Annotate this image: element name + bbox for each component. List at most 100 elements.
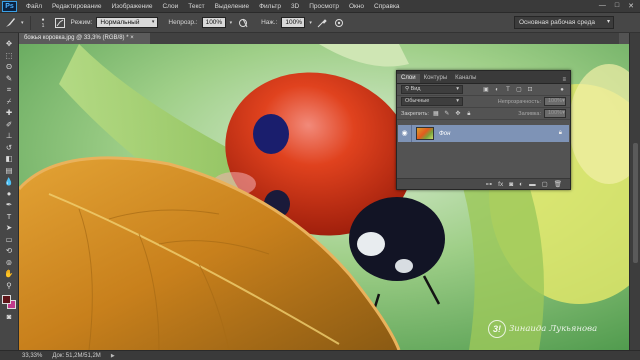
path-select-tool-icon[interactable]: ➤ [3, 223, 16, 233]
maximize-icon[interactable]: □ [615, 2, 619, 10]
quick-mask-icon[interactable]: ◙ [3, 312, 16, 322]
dodge-tool-icon[interactable]: ● [3, 189, 16, 199]
pen-tool-icon[interactable]: ✒ [3, 200, 16, 210]
brush-tool-icon[interactable]: ✐ [3, 120, 16, 130]
menu-filter[interactable]: Фильтр [254, 3, 286, 10]
layer-filter-select[interactable]: ⚲ Вид ▾ [401, 85, 463, 94]
link-layers-icon[interactable]: ⊶ [486, 180, 493, 188]
filter-shape-icon[interactable]: ▢ [515, 86, 523, 94]
layer-name: Фон [439, 130, 451, 137]
blend-mode-select[interactable]: Обычные ▾ [401, 97, 463, 106]
color-swatches[interactable] [1, 294, 17, 310]
lock-all-icon[interactable]: 🔒︎ [465, 110, 473, 118]
eraser-tool-icon[interactable]: ◧ [3, 154, 16, 164]
layer-fill-field[interactable]: 100% ▾ [544, 109, 566, 118]
status-menu-arrow-icon[interactable]: ▶ [111, 353, 115, 359]
pressure-opacity-icon[interactable] [236, 16, 249, 29]
new-group-icon[interactable]: ▬ [529, 181, 536, 188]
minimize-icon[interactable]: — [599, 2, 606, 10]
quick-select-tool-icon[interactable]: ✎ [3, 74, 16, 84]
history-brush-tool-icon[interactable]: ↺ [3, 143, 16, 153]
eye-icon[interactable]: ◉ [398, 125, 412, 142]
menu-file[interactable]: Файл [21, 3, 47, 10]
scrollbar-thumb[interactable] [633, 143, 638, 263]
type-tool-icon[interactable]: T [3, 212, 16, 222]
menu-help[interactable]: Справка [369, 3, 405, 10]
mode-label: Режим: [70, 19, 93, 26]
opacity-label: Непрозр.: [168, 19, 198, 26]
flow-field[interactable]: 100% [281, 17, 306, 28]
new-layer-icon[interactable]: ▢ [542, 180, 548, 188]
clone-stamp-tool-icon[interactable]: ⊥ [3, 131, 16, 141]
lasso-tool-icon[interactable]: ʘ [3, 62, 16, 72]
filter-adjustment-icon[interactable]: ◐ [493, 86, 501, 94]
menu-select[interactable]: Выделение [210, 3, 254, 10]
layers-panel-tabs: Слои Контуры Каналы ≡ [397, 74, 570, 84]
3d-tool-icon[interactable]: ⟲ [3, 246, 16, 256]
zoom-level[interactable]: 33,33% [22, 353, 42, 359]
marquee-tool-icon[interactable]: ⬚ [3, 51, 16, 61]
menu-3d[interactable]: 3D [286, 3, 304, 10]
crop-tool-icon[interactable]: ⌗ [3, 85, 16, 95]
lock-position-icon[interactable]: ✥ [454, 110, 462, 118]
canvas-scrollbar[interactable] [629, 33, 640, 350]
lock-pixels-icon[interactable]: ✎ [443, 110, 451, 118]
opacity-field[interactable]: 100% [201, 17, 226, 28]
move-tool-icon[interactable]: ✥ [3, 39, 16, 49]
3d-camera-tool-icon[interactable]: ⊚ [3, 258, 16, 268]
layer-row-background[interactable]: ◉ Фон 🔒︎ [398, 125, 569, 142]
separator [29, 15, 31, 30]
zoom-tool-icon[interactable]: ⚲ [3, 281, 16, 291]
blur-tool-icon[interactable]: 💧 [3, 177, 16, 187]
foreground-color-swatch[interactable] [2, 295, 11, 304]
hand-tool-icon[interactable]: ✋ [3, 269, 16, 279]
filter-type-icon[interactable]: T [504, 86, 512, 94]
document-tab-bar: божья коровка.jpg @ 33,3% (RGB/8) * × [19, 33, 619, 44]
healing-brush-tool-icon[interactable]: ✚ [3, 108, 16, 118]
delete-layer-icon[interactable]: 🗑︎ [554, 180, 562, 188]
menu-layers[interactable]: Слои [157, 3, 183, 10]
mode-select[interactable]: Нормальный ▾ [96, 17, 159, 28]
dropdown-arrow-icon[interactable]: ▾ [21, 20, 24, 26]
layer-thumbnail [416, 127, 434, 140]
status-bar: 33,33% Док: 51,2M/51,2M ▶ [0, 350, 640, 360]
fill-label: Заливка: [518, 110, 541, 117]
opacity-label: Непрозрачность: [497, 98, 541, 105]
menu-edit[interactable]: Редактирование [47, 3, 107, 10]
layer-style-icon[interactable]: fx [498, 181, 503, 188]
eyedropper-tool-icon[interactable]: ⌿ [3, 97, 16, 107]
blend-row: Обычные ▾ Непрозрачность: 100% ▾ [397, 96, 570, 108]
filter-toggle-icon[interactable]: ● [558, 86, 566, 94]
tab-paths[interactable]: Контуры [420, 74, 452, 83]
layer-opacity-field[interactable]: 100% ▾ [544, 97, 566, 106]
filter-pixel-icon[interactable]: ▣ [482, 86, 490, 94]
pressure-size-icon[interactable] [333, 16, 346, 29]
brush-tool-preset-icon[interactable] [4, 16, 17, 29]
gradient-tool-icon[interactable]: ▤ [3, 166, 16, 176]
lock-transparency-icon[interactable]: ▦ [432, 110, 440, 118]
menu-image[interactable]: Изображение [107, 3, 158, 10]
brush-panel-icon[interactable] [54, 16, 67, 29]
shape-tool-icon[interactable]: ▭ [3, 235, 16, 245]
photoshop-logo: Ps [2, 0, 17, 12]
add-mask-icon[interactable]: ◙ [509, 181, 513, 188]
close-tab-icon[interactable]: × [130, 35, 134, 41]
new-adjustment-icon[interactable]: ◐ [519, 181, 523, 188]
menu-window[interactable]: Окно [344, 3, 369, 10]
flow-dropdown-icon[interactable]: ▾ [309, 20, 312, 26]
workspace-select[interactable]: Основная рабочая среда ▾ [514, 16, 614, 29]
menu-text[interactable]: Текст [183, 3, 209, 10]
tab-layers[interactable]: Слои [397, 74, 420, 83]
brush-size-icon[interactable]: ● 1 [37, 16, 50, 29]
filter-smart-object-icon[interactable]: ⊡ [526, 86, 534, 94]
opacity-dropdown-icon[interactable]: ▾ [230, 20, 233, 26]
watermark-logo: 3! [488, 320, 506, 338]
close-icon[interactable]: ✕ [628, 2, 634, 10]
menu-view[interactable]: Просмотр [304, 3, 344, 10]
layers-panel-footer: ⊶ fx ◙ ◐ ▬ ▢ 🗑︎ [397, 178, 570, 189]
tab-channels[interactable]: Каналы [451, 74, 480, 83]
author-watermark: 3! Зинаида Лукьянова [488, 320, 597, 338]
document-tab[interactable]: божья коровка.jpg @ 33,3% (RGB/8) * × [19, 33, 150, 44]
panel-menu-icon[interactable]: ≡ [562, 77, 570, 83]
airbrush-icon[interactable] [316, 16, 329, 29]
